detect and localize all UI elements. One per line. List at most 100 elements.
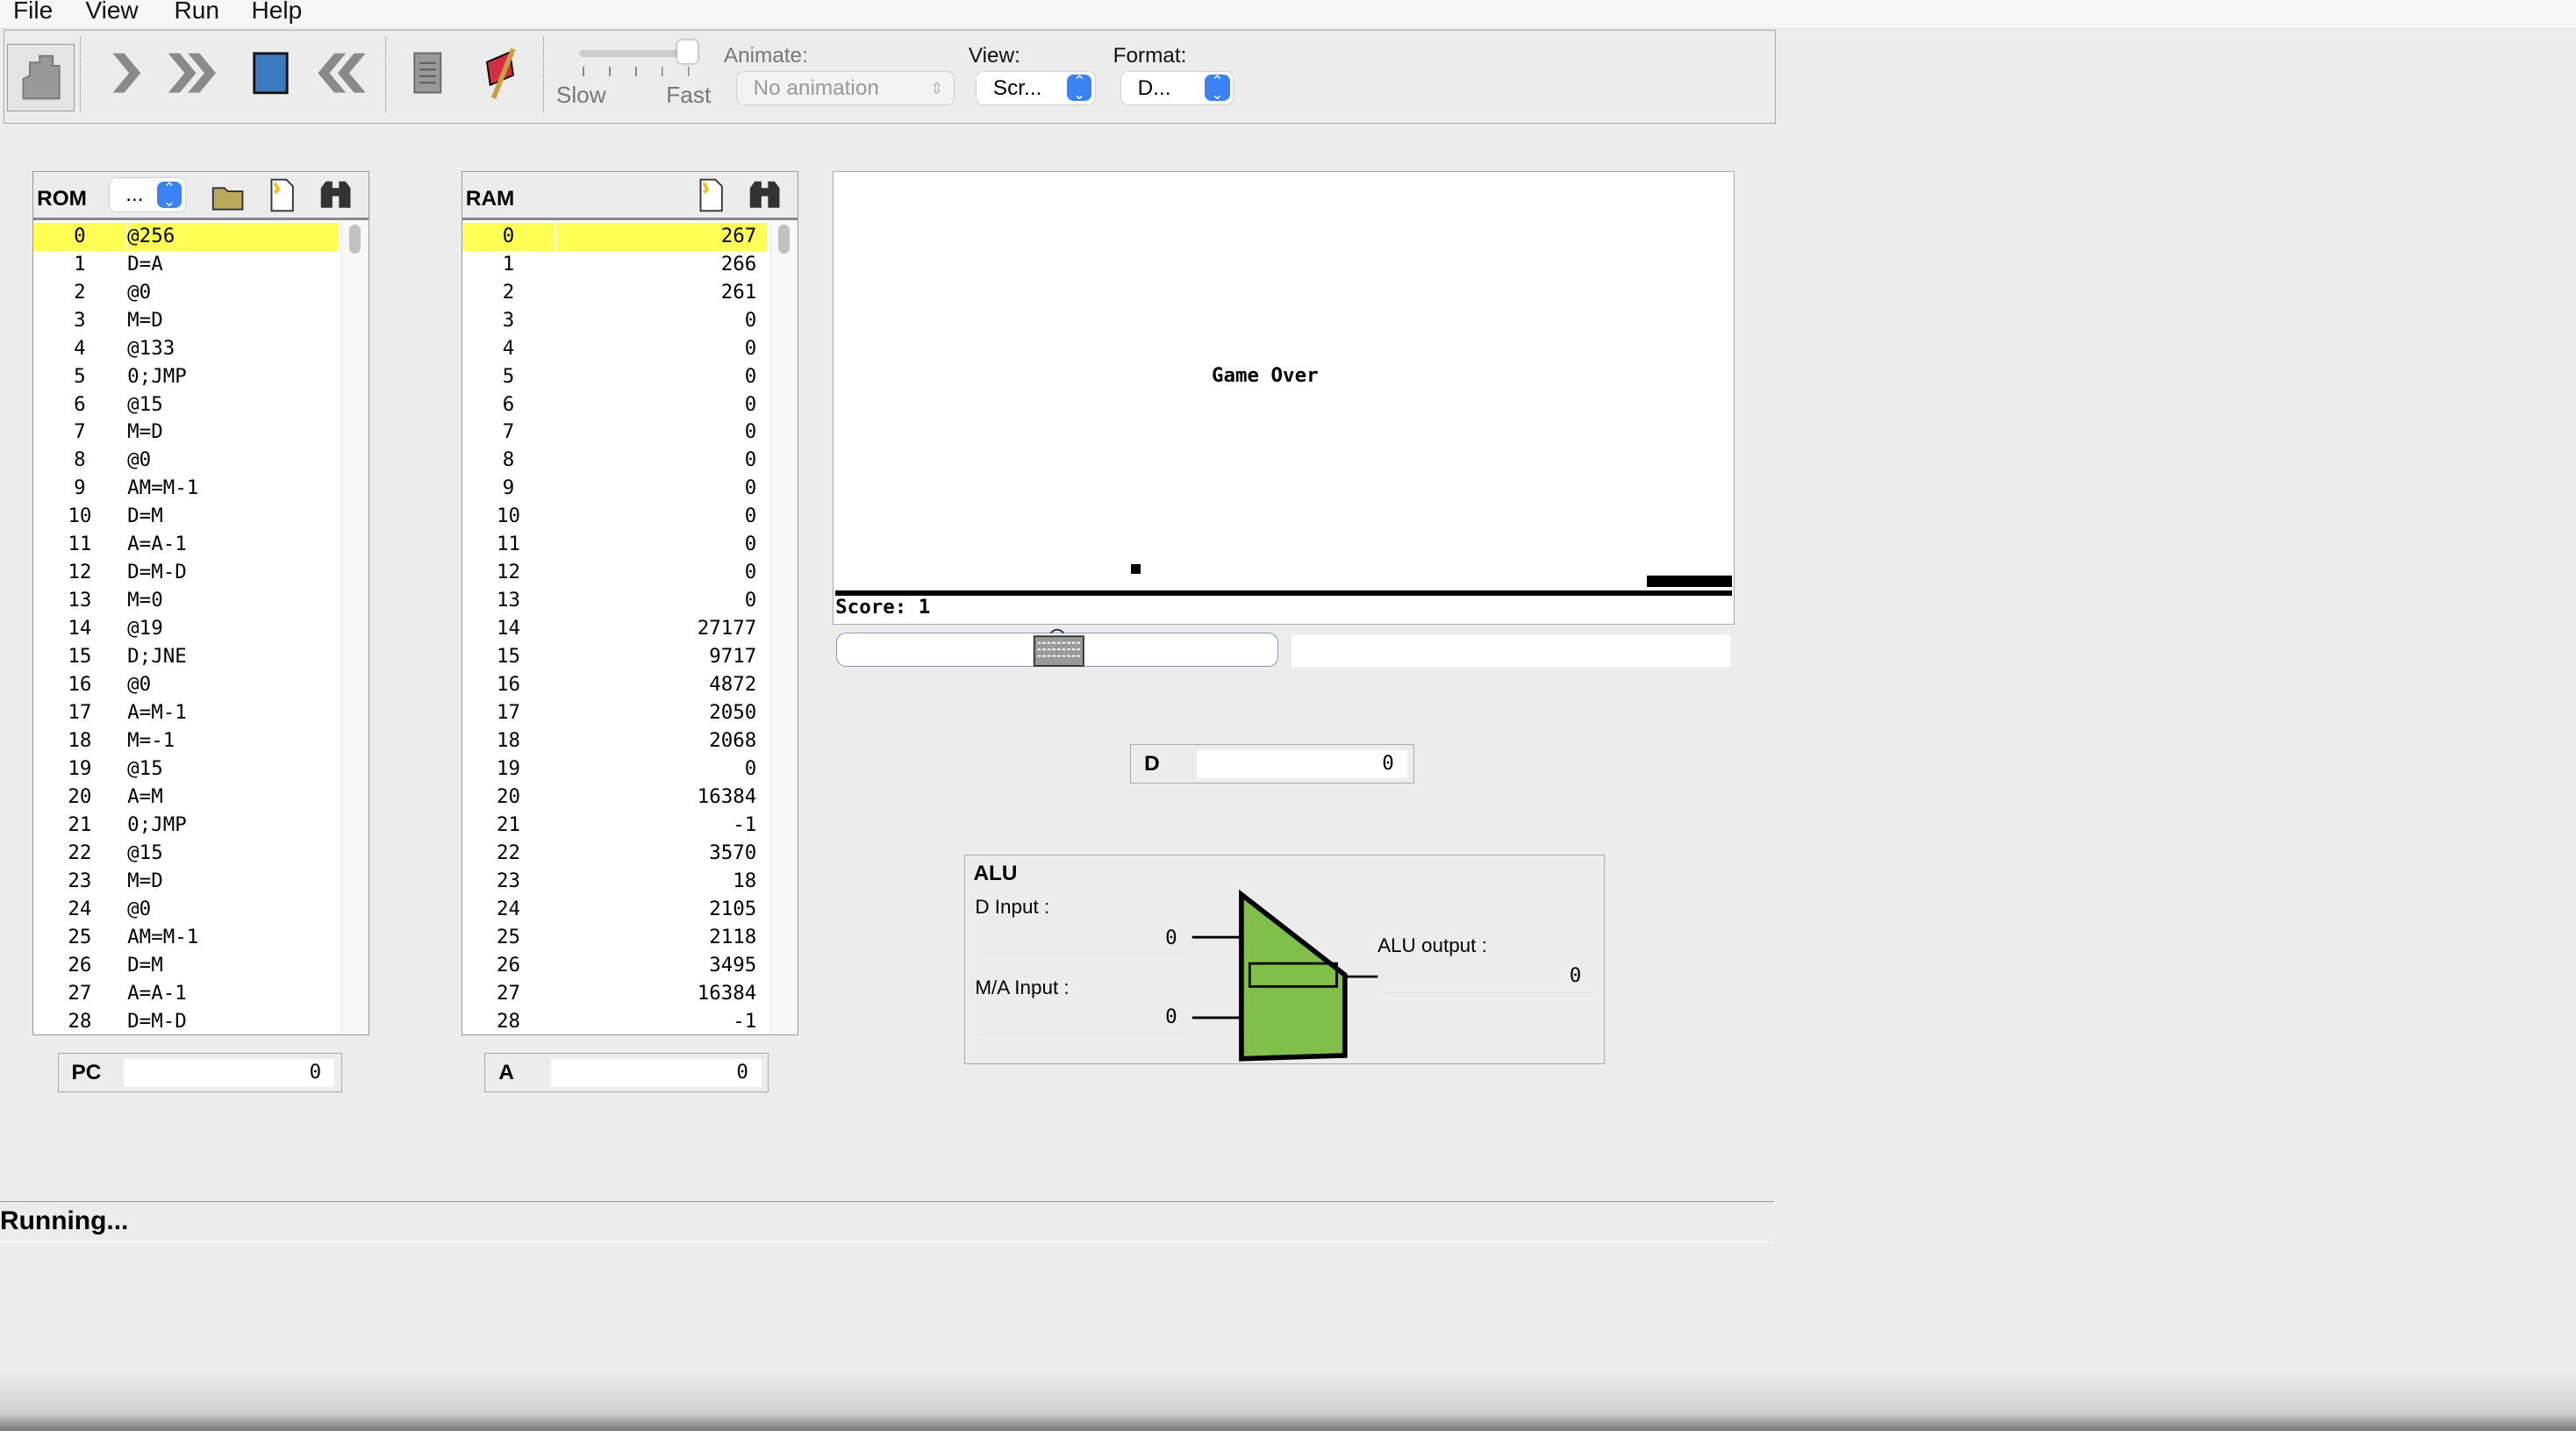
animate-select[interactable]: No animation ⇕ (736, 71, 954, 104)
address-cell: 11 (68, 533, 92, 556)
speed-slider-thumb[interactable] (677, 39, 698, 64)
ram-row[interactable]: 27 16384 (462, 980, 766, 1008)
stop-button[interactable] (240, 47, 299, 99)
binoculars-icon[interactable] (747, 178, 783, 211)
rom-row[interactable]: 14 @19 (33, 615, 337, 643)
ram-row[interactable]: 28 -1 (462, 1008, 766, 1036)
pc-value[interactable]: 0 (124, 1058, 335, 1087)
single-step-button[interactable] (97, 47, 155, 99)
instruction-cell: A=M-1 (127, 701, 187, 725)
rom-row[interactable]: 12 D=M-D (33, 559, 337, 587)
binoculars-icon[interactable] (318, 178, 354, 211)
rom-row[interactable]: 20 A=M (33, 783, 337, 812)
rom-row[interactable]: 19 @15 (33, 755, 337, 783)
new-file-icon[interactable] (265, 176, 297, 212)
ram-row[interactable]: 0 267 (462, 222, 767, 251)
rom-format-value: ... (125, 182, 144, 207)
rom-row[interactable]: 9 AM=M-1 (33, 475, 337, 503)
ram-row[interactable]: 60 (462, 391, 766, 419)
load-program-button[interactable] (7, 43, 75, 111)
ram-row[interactable]: 17 2050 (462, 699, 766, 727)
ram-row[interactable]: 19 0 (462, 755, 766, 783)
run-button[interactable] (165, 47, 224, 99)
ram-row[interactable]: 11 0 (462, 531, 766, 559)
rom-row[interactable]: 16 @0 (33, 671, 337, 699)
ram-row[interactable]: 15 9717 (462, 643, 766, 671)
script-button[interactable] (398, 47, 457, 99)
ram-row[interactable]: 13 0 (462, 587, 766, 615)
address-cell: 16 (68, 673, 92, 697)
ram-row[interactable]: 23 18 (462, 868, 766, 896)
rom-row[interactable]: 25 AM=M-1 (33, 924, 337, 952)
menu-help[interactable]: Help (251, 0, 302, 25)
rom-row[interactable]: 15 D;JNE (33, 643, 337, 671)
instruction-cell: D;JNE (127, 645, 187, 669)
ram-row[interactable]: 24 2105 (462, 896, 766, 924)
ram-row[interactable]: 50 (462, 363, 766, 391)
rom-row[interactable]: 13 M=0 (33, 587, 337, 615)
rom-list[interactable]: 0 @256 1 D=A 2 @0 3 M=D 4 @133 5 0;JMP 6 @15 7 M=D 8 @0 9 A… (33, 221, 369, 1034)
address-cell: 1 (502, 252, 515, 275)
reset-button[interactable] (310, 47, 369, 99)
rom-row[interactable]: 8 @0 (33, 447, 337, 475)
ram-row[interactable]: 2 261 (462, 279, 766, 307)
open-folder-icon[interactable] (210, 180, 246, 212)
ram-row[interactable]: 22 3570 (462, 840, 766, 868)
instruction-cell: @0 (127, 448, 152, 472)
ram-row[interactable]: 80 (462, 447, 766, 475)
ram-row[interactable]: 26 3495 (462, 952, 766, 980)
rom-row[interactable]: 1 D=A (33, 251, 337, 279)
rom-row[interactable]: 6 @15 (33, 391, 337, 419)
rom-row[interactable]: 0 @256 (33, 222, 338, 251)
keyboard-input[interactable] (836, 629, 1278, 668)
value-cell: 267 (555, 222, 767, 251)
address-cell: 15 (497, 645, 521, 669)
ram-row[interactable]: 16 4872 (462, 671, 766, 699)
rom-row[interactable]: 2 @0 (33, 279, 337, 307)
rom-row[interactable]: 10 D=M (33, 503, 337, 531)
cpu-emulator-window: File View Run Help Slow Fast Animate: No… (0, 0, 2576, 1431)
ram-scrollbar[interactable] (770, 220, 798, 1034)
rom-row[interactable]: 3 M=D (33, 307, 337, 335)
rom-row[interactable]: 26 D=M (33, 952, 337, 980)
rom-row[interactable]: 21 0;JMP (33, 812, 337, 840)
instruction-cell: D=M-D (127, 561, 187, 584)
rom-row[interactable]: 27 A=A-1 (33, 980, 337, 1008)
instruction-cell: @15 (127, 757, 163, 781)
format-select[interactable]: D... ⌃ ⌄ (1120, 71, 1234, 104)
ram-row[interactable]: 18 2068 (462, 727, 766, 755)
ram-row[interactable]: 20 16384 (462, 783, 766, 812)
ram-row[interactable]: 21 -1 (462, 812, 766, 840)
rom-row[interactable]: 5 0;JMP (33, 363, 337, 391)
d-value[interactable]: 0 (1197, 749, 1407, 778)
ram-row[interactable]: 40 (462, 335, 766, 363)
rom-row[interactable]: 22 @15 (33, 840, 337, 868)
ram-row[interactable]: 10 0 (462, 503, 766, 531)
ram-row[interactable]: 30 (462, 307, 766, 335)
rom-row[interactable]: 4 @133 (33, 335, 337, 363)
ram-row[interactable]: 90 (462, 475, 766, 503)
view-select[interactable]: Scr... ⌃ ⌄ (977, 71, 1095, 104)
rom-format-select[interactable]: ... ⌃ ⌄ (109, 178, 185, 211)
ram-row[interactable]: 70 (462, 419, 766, 447)
rom-row[interactable]: 7 M=D (33, 419, 337, 447)
breakpoints-button[interactable] (470, 47, 529, 99)
ram-row[interactable]: 1 266 (462, 251, 766, 279)
ram-row[interactable]: 14 27177 (462, 615, 766, 643)
ram-row[interactable]: 25 2118 (462, 924, 766, 952)
rom-scrollbar[interactable] (341, 220, 369, 1034)
new-file-icon[interactable] (694, 176, 726, 212)
rom-row[interactable]: 18 M=-1 (33, 727, 337, 755)
menu-view[interactable]: View (85, 0, 138, 25)
rom-row[interactable]: 17 A=M-1 (33, 699, 337, 727)
rom-row[interactable]: 23 M=D (33, 868, 337, 896)
ram-list[interactable]: 0 267 1 266 2 261 3 0 4 0 5 0 6 0 7 0 8 0 9 0 10 0 11 0 12 0 13 0 14… (462, 221, 798, 1034)
menu-file[interactable]: File (13, 0, 53, 25)
rom-row[interactable]: 28 D=M-D (33, 1008, 337, 1036)
rom-row[interactable]: 11 A=A-1 (33, 531, 337, 559)
menu-run[interactable]: Run (174, 0, 219, 25)
value-cell: 266 (720, 252, 757, 275)
a-value[interactable]: 0 (551, 1058, 762, 1087)
rom-row[interactable]: 24 @0 (33, 896, 337, 924)
ram-row[interactable]: 12 0 (462, 559, 766, 587)
